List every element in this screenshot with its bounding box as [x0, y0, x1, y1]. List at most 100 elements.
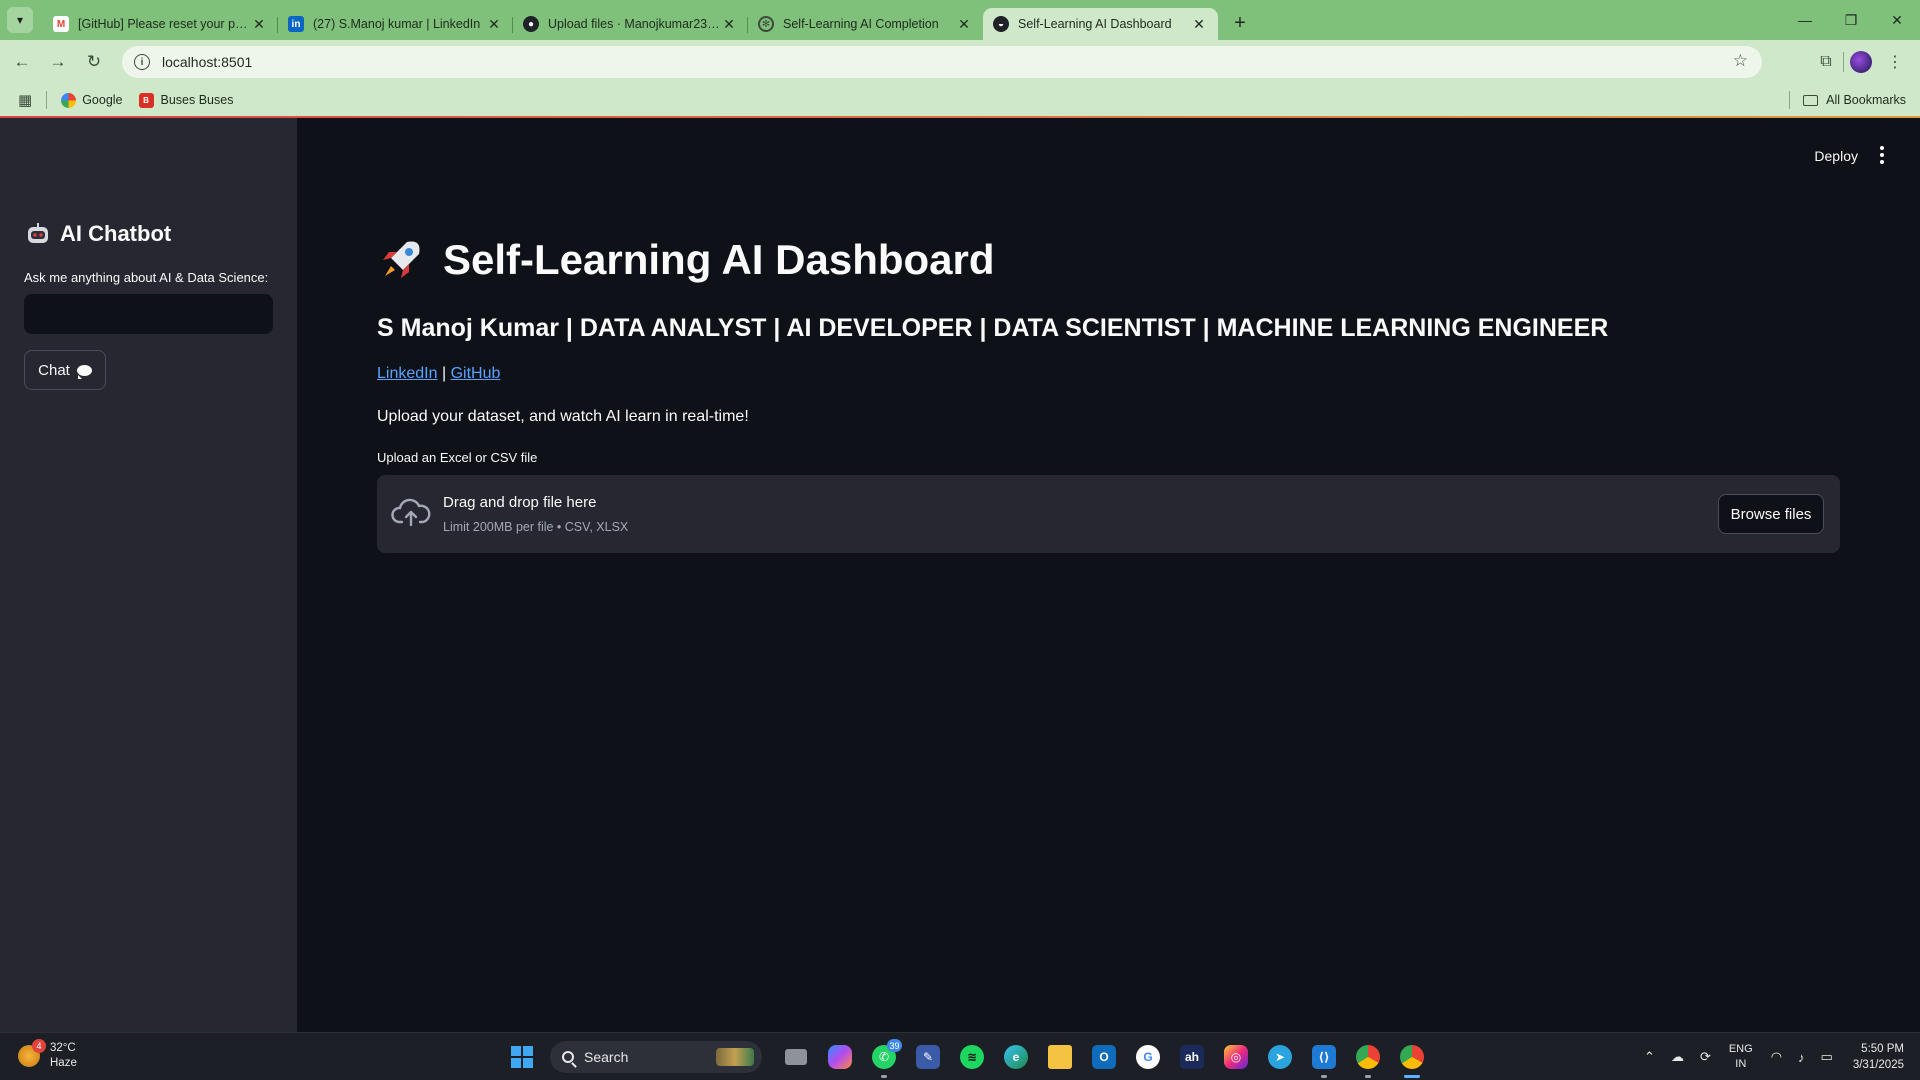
close-tab-icon[interactable]: ✕: [485, 16, 503, 33]
copilot-icon[interactable]: [822, 1039, 858, 1075]
weather-temp: 32°C: [50, 1042, 76, 1054]
browser-toolbar: ← → ↻ i localhost:8501 ☆ ⧉ ⋮: [0, 40, 1920, 84]
hindustan-app-icon[interactable]: ah: [1174, 1039, 1210, 1075]
browser-menu-icon[interactable]: ⋮: [1878, 52, 1912, 72]
close-tab-icon[interactable]: ✕: [250, 16, 268, 33]
tab-strip: ▾ M [GitHub] Please reset your password …: [0, 0, 1920, 40]
rocket-icon: [383, 241, 420, 278]
sidebar-title: AI Chatbot: [26, 221, 171, 247]
close-window-icon[interactable]: ✕: [1874, 0, 1920, 40]
weather-condition: Haze: [50, 1057, 77, 1069]
gmail-icon: M: [53, 16, 69, 32]
chevron-down-icon: ▾: [16, 13, 24, 27]
language-indicator[interactable]: ENG IN: [1729, 1042, 1753, 1072]
deploy-button[interactable]: Deploy: [1814, 148, 1858, 164]
chat-button[interactable]: Chat: [24, 350, 106, 390]
new-tab-button[interactable]: +: [1226, 9, 1254, 37]
page-subtitle: S Manoj Kumar | DATA ANALYST | AI DEVELO…: [377, 314, 1609, 342]
extensions-icon[interactable]: ⧉: [1809, 53, 1843, 71]
clock-date: 3/31/2025: [1852, 1059, 1904, 1071]
close-tab-icon[interactable]: ✕: [1190, 16, 1208, 33]
bookmarks-bar: ▦ Google B Buses Buses All Bookmarks: [0, 84, 1920, 116]
sync-icon[interactable]: ⟳: [1700, 1049, 1711, 1065]
minimize-icon[interactable]: —: [1782, 0, 1828, 40]
vscode-icon[interactable]: ⟨⟩: [1306, 1039, 1342, 1078]
windows-start-icon[interactable]: [504, 1039, 540, 1075]
language-line2: IN: [1735, 1058, 1747, 1070]
whatsapp-icon[interactable]: ✆ 39: [866, 1039, 902, 1078]
toolbar-actions: ⧉ ⋮: [1809, 46, 1912, 78]
apps-grid-icon[interactable]: ▦: [18, 91, 32, 109]
browse-files-button[interactable]: Browse files: [1718, 494, 1824, 534]
profile-avatar[interactable]: [1850, 51, 1872, 73]
speech-bubble-icon: [76, 364, 92, 379]
volume-icon[interactable]: ♪: [1798, 1050, 1805, 1065]
wifi-icon[interactable]: ◠: [1771, 1049, 1782, 1065]
app-menu-icon[interactable]: [1880, 146, 1884, 164]
reload-icon[interactable]: ↻: [77, 45, 111, 79]
telegram-icon[interactable]: ➤: [1262, 1039, 1298, 1075]
chrome-profile-icon[interactable]: [1394, 1039, 1430, 1078]
instagram-icon[interactable]: ◎: [1218, 1039, 1254, 1075]
file-explorer-icon[interactable]: [1042, 1039, 1078, 1075]
tab-gmail[interactable]: M [GitHub] Please reset your password ✕: [43, 8, 278, 40]
close-tab-icon[interactable]: ✕: [955, 16, 973, 33]
github-icon: ●: [523, 16, 539, 32]
tab-linkedin[interactable]: in (27) S.Manoj kumar | LinkedIn ✕: [278, 8, 513, 40]
chrome-icon[interactable]: [1350, 1039, 1386, 1078]
url-text: localhost:8501: [162, 54, 253, 70]
tab-title: [GitHub] Please reset your password: [78, 17, 250, 31]
openai-icon: ✻: [758, 16, 774, 32]
battery-icon[interactable]: ▭: [1821, 1049, 1833, 1065]
weather-text: 32°C Haze: [50, 1041, 77, 1071]
system-tray: ⌃ ☁ ⟳ ENG IN ◠ ♪ ▭ 5:50 PM 3/31/2025: [1636, 1033, 1904, 1080]
page-title: Self-Learning AI Dashboard: [377, 236, 995, 284]
tab-title: Self-Learning AI Dashboard: [1018, 17, 1172, 31]
restore-icon[interactable]: ❐: [1828, 0, 1874, 40]
close-tab-icon[interactable]: ✕: [720, 16, 738, 33]
paint-icon[interactable]: ✎: [910, 1039, 946, 1075]
outlook-icon[interactable]: O: [1086, 1039, 1122, 1075]
task-view-icon[interactable]: [778, 1039, 814, 1075]
clock[interactable]: 5:50 PM 3/31/2025: [1853, 1041, 1904, 1073]
edge-icon[interactable]: e: [998, 1039, 1034, 1075]
weather-widget[interactable]: 4 32°C Haze: [18, 1039, 77, 1071]
onedrive-cloud-icon[interactable]: ☁: [1671, 1049, 1684, 1065]
google-app-icon[interactable]: G: [1130, 1039, 1166, 1075]
tab-search-button[interactable]: ▾: [7, 7, 33, 33]
tab-openai[interactable]: ✻ Self-Learning AI Completion ✕: [748, 8, 983, 40]
tray-chevron-up-icon[interactable]: ⌃: [1644, 1049, 1655, 1065]
linkedin-link[interactable]: LinkedIn: [377, 365, 438, 382]
chat-button-label: Chat: [38, 361, 70, 379]
file-dropzone[interactable]: Drag and drop file here Limit 200MB per …: [377, 475, 1840, 553]
tab-dashboard[interactable]: ◒ Self-Learning AI Dashboard ✕: [983, 8, 1218, 40]
bookmark-label: Buses Buses: [160, 93, 234, 107]
spotify-icon[interactable]: ≋: [954, 1039, 990, 1075]
bookmarks-divider: [1789, 91, 1790, 109]
all-bookmarks-button[interactable]: All Bookmarks: [1803, 84, 1906, 116]
plus-icon: +: [1234, 11, 1246, 34]
taskbar: 4 32°C Haze Search ✆ 39 ✎ ≋ e O G ah ◎ ➤ …: [0, 1032, 1920, 1080]
taskbar-search[interactable]: Search: [550, 1041, 762, 1073]
back-arrow-icon[interactable]: ←: [5, 45, 39, 79]
bookmark-buses[interactable]: B Buses Buses: [138, 92, 234, 108]
bookmark-star-icon[interactable]: ☆: [1733, 51, 1748, 71]
clock-time: 5:50 PM: [1861, 1043, 1904, 1055]
address-bar[interactable]: i localhost:8501 ☆: [122, 46, 1762, 78]
bookmark-google[interactable]: Google: [61, 92, 123, 108]
tagline: Upload your dataset, and watch AI learn …: [377, 408, 769, 426]
linkedin-icon: in: [288, 16, 304, 32]
robot-icon: [28, 223, 48, 243]
taskbar-center: Search ✆ 39 ✎ ≋ e O G ah ◎ ➤ ⟨⟩: [504, 1039, 1434, 1078]
tab-github[interactable]: ● Upload files · Manojkumar2309 ✕: [513, 8, 748, 40]
bookmarks-divider: [46, 91, 48, 109]
cloud-upload-icon: [391, 498, 431, 527]
forward-arrow-icon[interactable]: →: [41, 45, 75, 79]
site-info-icon[interactable]: i: [134, 54, 150, 70]
search-highlight-image: [716, 1048, 754, 1066]
chat-input[interactable]: [24, 294, 273, 334]
search-icon: [562, 1051, 574, 1063]
github-link[interactable]: GitHub: [451, 365, 501, 382]
pinned-apps: ✆ 39 ✎ ≋ e O G ah ◎ ➤ ⟨⟩: [774, 1039, 1434, 1078]
tab-title: (27) S.Manoj kumar | LinkedIn: [313, 17, 481, 31]
